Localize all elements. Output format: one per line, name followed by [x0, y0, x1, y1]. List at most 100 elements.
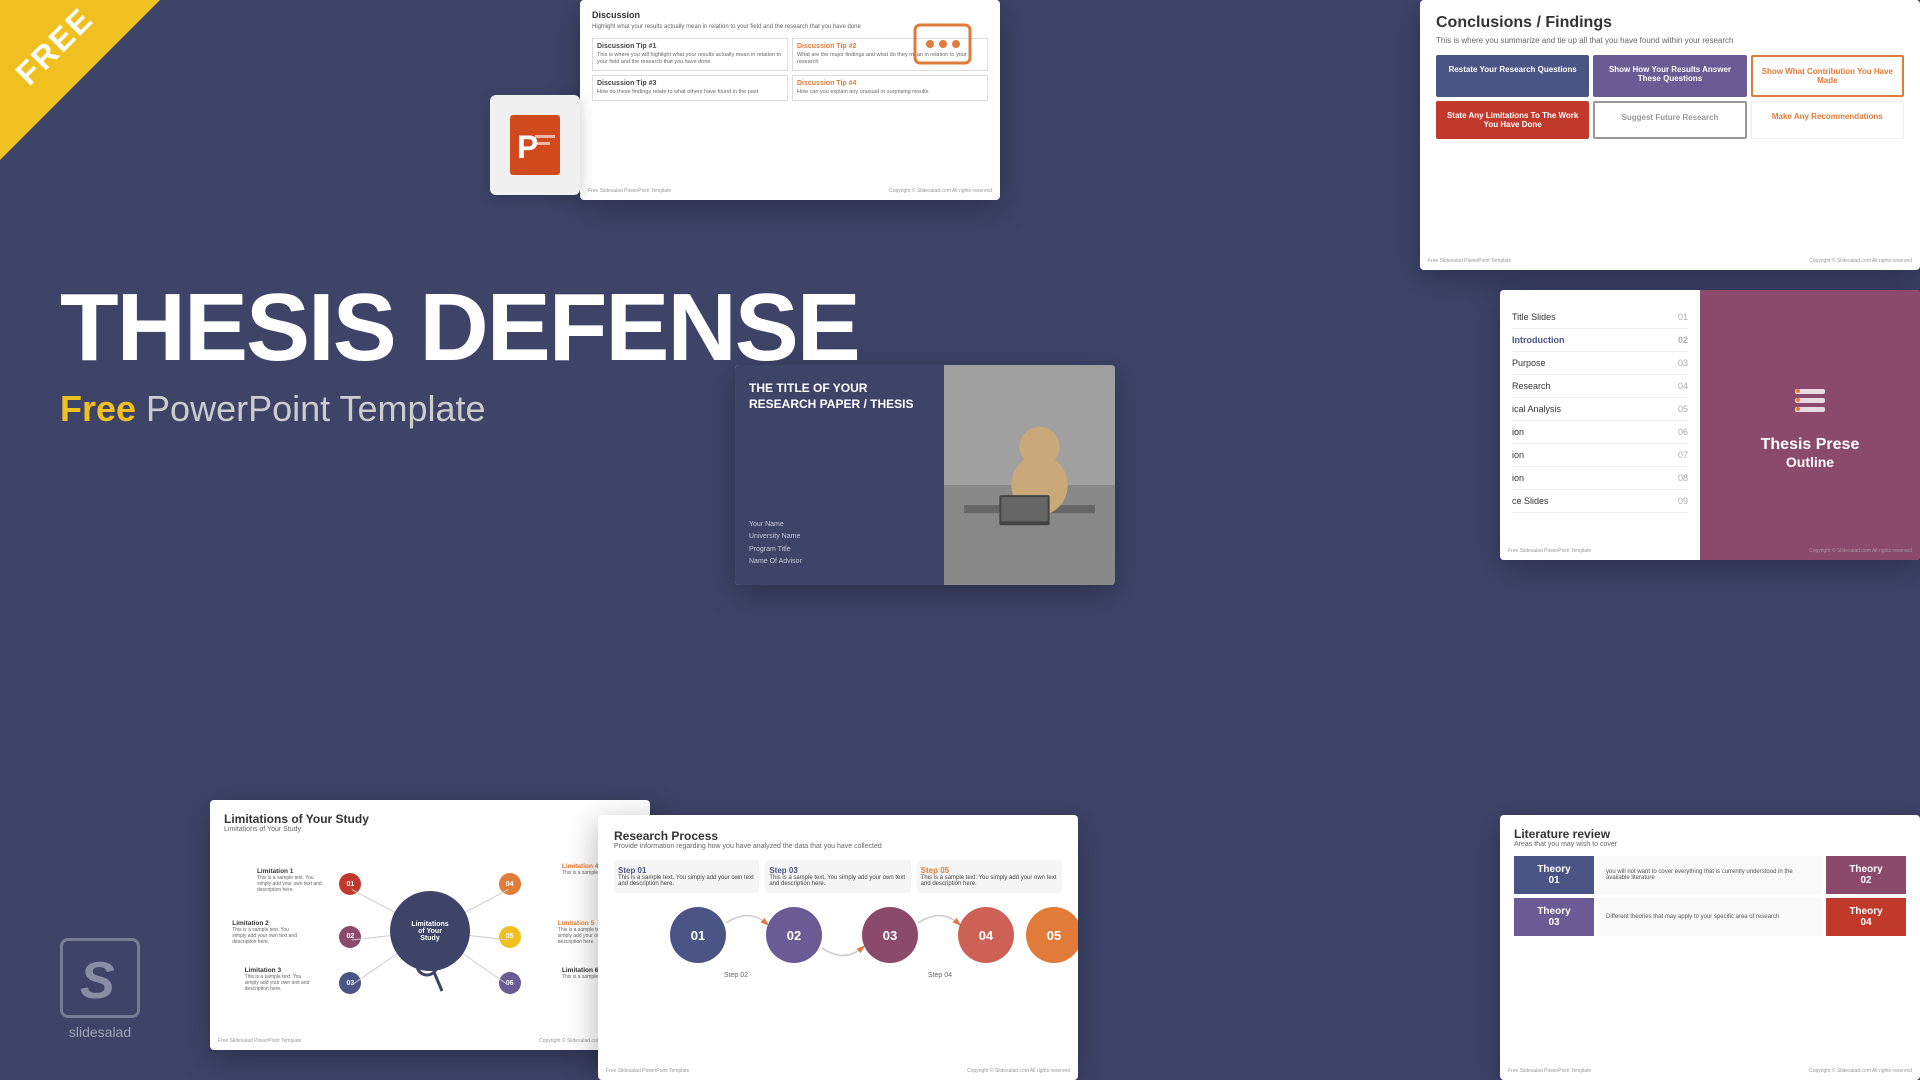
- theory-02: Theory02: [1826, 856, 1906, 894]
- slide-conclusions: Conclusions / Findings This is where you…: [1420, 0, 1920, 270]
- slide-limitations: Limitations of Your Study Limitations of…: [210, 800, 650, 1050]
- program-title: Program Title: [749, 544, 930, 557]
- outline-label-2: Introduction: [1512, 335, 1565, 345]
- limitations-title: Limitations of Your Study: [224, 812, 636, 826]
- watermark-outline: Copyright © Slidesalad.com All rights re…: [1809, 548, 1912, 554]
- outline-label-3: Purpose: [1512, 358, 1546, 368]
- chat-icon: [910, 20, 980, 85]
- free-label: FREE: [9, 0, 101, 92]
- research-circles-area: 01 02 03 04 05: [614, 903, 1062, 968]
- outline-label-9: ce Slides: [1512, 496, 1549, 506]
- title-image: [944, 365, 1115, 585]
- tip-1-title: Discussion Tip #1: [597, 43, 783, 50]
- lim-center-circle: Limitationsof YourStudy: [390, 891, 470, 971]
- lim-label-1: Limitation 1 This is a sample text. You …: [257, 868, 327, 893]
- conclusions-grid: Restate Your Research Questions Show How…: [1436, 55, 1904, 139]
- your-name: Your Name: [749, 519, 930, 532]
- slidesalad-icon: S: [60, 938, 140, 1018]
- outline-item-6: ion 06: [1512, 421, 1688, 444]
- step-05-box: Step 05 This is a sample text. You simpl…: [917, 860, 1062, 893]
- outline-right-icon: [1790, 381, 1830, 426]
- conc-box-4: State Any Limitations To The Work You Ha…: [1436, 101, 1589, 139]
- outline-num-3: 03: [1678, 358, 1688, 368]
- watermark-research: Copyright © Slidesalad.com All rights re…: [967, 1068, 1070, 1074]
- watermark-left-outline: Free Slidesalad PowerPoint Template: [1508, 548, 1591, 554]
- research-inner: Research Process Provide information reg…: [598, 815, 1078, 993]
- step-bottom-labels: Step 02 Step 04: [614, 968, 1062, 979]
- subtitle-rest: PowerPoint Template: [136, 388, 486, 429]
- tip-3: Discussion Tip #3 How do these findings …: [592, 75, 788, 101]
- slide-literature: Literature review Areas that you may wis…: [1500, 815, 1920, 1080]
- literature-inner: Literature review Areas that you may wis…: [1500, 815, 1920, 948]
- tip-1: Discussion Tip #1 This is where you will…: [592, 38, 788, 71]
- outline-item-8: ion 08: [1512, 467, 1688, 490]
- outline-num-5: 05: [1678, 404, 1688, 414]
- step-01-box: Step 01 This is a sample text. You simpl…: [614, 860, 759, 893]
- lim-label-2: Limitation 2 This is a sample text. You …: [232, 920, 302, 945]
- conclusions-subtitle: This is where you summarize and tie up a…: [1436, 36, 1904, 45]
- slide-research: Research Process Provide information reg…: [598, 815, 1078, 1080]
- university-name: University Name: [749, 531, 930, 544]
- main-title-area: THESIS DEFENSE Free PowerPoint Template: [60, 280, 859, 430]
- step-02-label: Step 02: [724, 972, 748, 979]
- literature-grid: Theory01 you will not want to cover ever…: [1514, 856, 1906, 936]
- lim-node-6: 06: [499, 972, 521, 994]
- literature-title: Literature review: [1514, 827, 1906, 841]
- step-04-label: Step 04: [928, 972, 952, 979]
- theory-04: Theory04: [1826, 898, 1906, 936]
- step-05-num: Step 05: [921, 866, 1058, 875]
- theory-03: Theory03: [1514, 898, 1594, 936]
- outline-num-7: 07: [1678, 450, 1688, 460]
- lim-label-3: Limitation 3 This is a sample text. You …: [245, 967, 315, 992]
- lim-node-3: 03: [339, 972, 361, 994]
- slide-title-right: [944, 365, 1115, 585]
- slidesalad-label: slidesalad: [69, 1024, 131, 1040]
- theory-01-desc: you will not want to cover everything th…: [1598, 856, 1822, 894]
- outline-item-1: Title Slides 01: [1512, 306, 1688, 329]
- outline-left: Title Slides 01 Introduction 02 Purpose …: [1500, 290, 1700, 560]
- tip-3-text: How do these findings relate to what oth…: [597, 89, 783, 96]
- outline-item-7: ion 07: [1512, 444, 1688, 467]
- outline-item-3: Purpose 03: [1512, 352, 1688, 375]
- theory-01: Theory01: [1514, 856, 1594, 894]
- limitations-chart: Limitationsof YourStudy Limitation 1 Thi…: [224, 841, 636, 1021]
- conc-box-6: Make Any Recommendations: [1751, 101, 1904, 139]
- literature-subtitle: Areas that you may wish to cover: [1514, 841, 1906, 848]
- outline-right-subtitle: Outline: [1786, 454, 1834, 470]
- outline-num-6: 06: [1678, 427, 1688, 437]
- research-title: Research Process: [614, 829, 1062, 843]
- watermark-left-lim: Free Slidesalad PowerPoint Template: [218, 1038, 301, 1044]
- outline-label-5: ical Analysis: [1512, 404, 1561, 414]
- svg-text:S: S: [80, 952, 115, 1008]
- step-03-num: Step 03: [769, 866, 906, 875]
- outline-right: Thesis Prese Outline: [1700, 290, 1920, 560]
- conc-box-5: Suggest Future Research: [1593, 101, 1746, 139]
- step-03-desc: This is a sample text. You simply add yo…: [769, 875, 906, 887]
- svg-text:03: 03: [883, 928, 897, 943]
- conclusions-title: Conclusions / Findings: [1436, 14, 1904, 32]
- main-title: THESIS DEFENSE: [60, 280, 859, 376]
- lim-node-4: 04: [499, 873, 521, 895]
- circle-5: 05: [1026, 907, 1078, 963]
- step-03-box: Step 03 This is a sample text. You simpl…: [765, 860, 910, 893]
- outline-num-9: 09: [1678, 496, 1688, 506]
- outline-label-6: ion: [1512, 427, 1524, 437]
- free-banner: FREE: [0, 0, 160, 160]
- watermark-conclusions: Copyright © Slidesalad.com All rights re…: [1809, 258, 1912, 264]
- svg-text:01: 01: [691, 928, 705, 943]
- conc-box-2: Show How Your Results Answer These Quest…: [1593, 55, 1746, 97]
- outline-label-8: ion: [1512, 473, 1524, 483]
- watermark-left-research: Free Slidesalad PowerPoint Template: [606, 1068, 689, 1074]
- step-05-desc: This is a sample text. You simply add yo…: [921, 875, 1058, 887]
- svg-text:04: 04: [979, 928, 994, 943]
- advisor-name: Name Of Advisor: [749, 556, 930, 569]
- watermark-lit: Copyright © Slidesalad.com All rights re…: [1809, 1068, 1912, 1074]
- lim-node-1: 01: [339, 873, 361, 895]
- outline-num-8: 08: [1678, 473, 1688, 483]
- outline-label-4: Research: [1512, 381, 1551, 391]
- outline-item-9: ce Slides 09: [1512, 490, 1688, 513]
- watermark-discussion: Copyright © Slidesalad.com All rights re…: [889, 188, 992, 194]
- free-word: Free: [60, 388, 136, 429]
- slidesalad-logo: S slidesalad: [60, 938, 140, 1040]
- tip-3-title: Discussion Tip #3: [597, 80, 783, 87]
